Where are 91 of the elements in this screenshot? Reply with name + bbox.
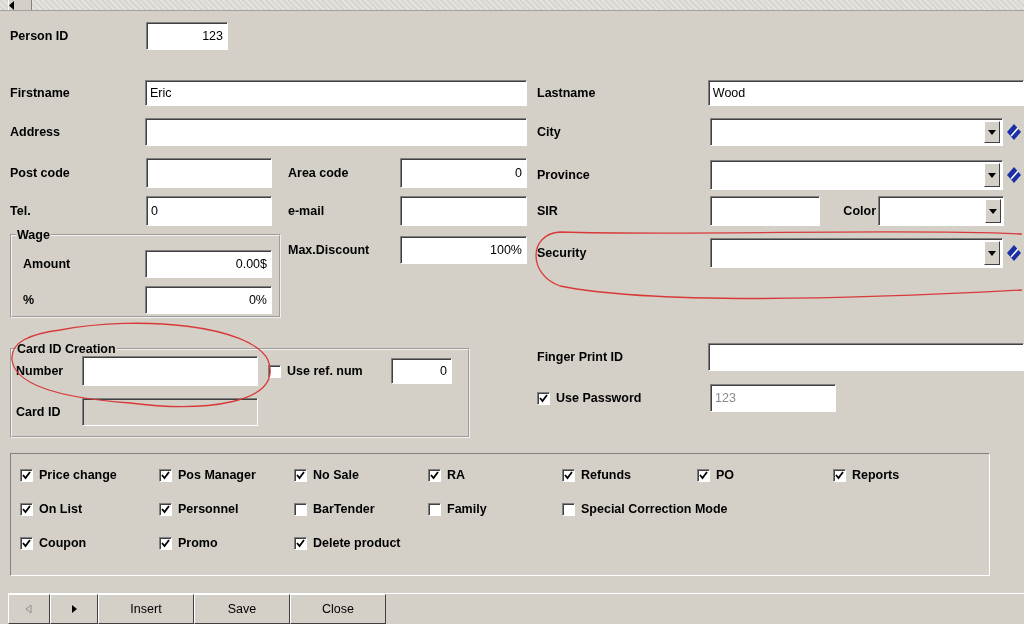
next-button[interactable] <box>50 594 98 624</box>
caret-left-icon <box>25 604 33 614</box>
checkbox[interactable] <box>294 536 307 550</box>
field-label: Color <box>842 204 877 218</box>
field-label: Tel. <box>10 204 32 218</box>
checkbox[interactable] <box>268 364 281 378</box>
text-field[interactable] <box>707 343 1024 371</box>
group-title: Card ID Creation <box>16 342 117 356</box>
dropdown-button[interactable] <box>984 163 1000 187</box>
text-field[interactable] <box>146 158 272 188</box>
checkbox[interactable] <box>159 468 172 482</box>
caret-icon <box>987 127 997 137</box>
text-field[interactable] <box>82 356 258 386</box>
checkbox[interactable] <box>833 468 846 482</box>
field-label: SIR <box>537 204 559 218</box>
field-label: Max.Discount <box>288 243 371 257</box>
dropdown-field[interactable] <box>710 238 1003 268</box>
text-field[interactable]: 0 <box>146 196 272 226</box>
field-label: Finger Print ID <box>537 350 625 364</box>
text-field[interactable] <box>710 196 820 226</box>
text-field[interactable]: 123 <box>146 22 228 50</box>
checkbox-label: Pos Manager <box>178 468 256 482</box>
diamond-icon[interactable] <box>1006 166 1022 184</box>
text-field[interactable]: 0 <box>400 158 527 188</box>
checkbox-label: BarTender <box>313 502 375 516</box>
field-label: Area code <box>288 166 350 180</box>
checkbox[interactable] <box>562 468 575 482</box>
caret-icon <box>988 206 998 216</box>
dropdown-button[interactable] <box>984 241 1000 265</box>
caret-right-icon <box>70 604 78 614</box>
group-title: Wage <box>16 228 51 242</box>
checkbox-label: RA <box>447 468 466 482</box>
field-label: Lastname <box>537 86 597 100</box>
field-label: Province <box>537 168 591 182</box>
text-field[interactable] <box>400 196 527 226</box>
field-label: Card ID <box>15 405 62 419</box>
text-field[interactable]: Eric <box>145 80 527 106</box>
checkbox-label: On List <box>39 502 83 516</box>
field-label: City <box>537 125 562 139</box>
diamond-icon[interactable] <box>1006 123 1022 141</box>
field-label: Firstname <box>10 86 71 100</box>
text-field[interactable]: 100% <box>400 236 527 264</box>
action-button[interactable]: Close <box>290 594 386 624</box>
dropdown-button[interactable] <box>984 121 1000 143</box>
checkbox[interactable] <box>428 468 441 482</box>
checkbox-label: PO <box>716 468 735 482</box>
field-label: % <box>22 293 36 307</box>
checkbox-label: Reports <box>852 468 900 482</box>
checkbox-label: Delete product <box>313 536 401 550</box>
checkbox[interactable] <box>20 536 33 550</box>
checkbox[interactable] <box>428 502 441 516</box>
checkbox-label: Refunds <box>581 468 631 482</box>
checkbox-label: Family <box>447 502 487 516</box>
action-button[interactable]: Insert <box>98 594 194 624</box>
text-field[interactable]: Wood <box>707 80 1024 106</box>
field-label: Person ID <box>10 29 70 43</box>
text-field[interactable] <box>145 118 527 146</box>
checkbox[interactable] <box>562 502 575 516</box>
dropdown-field[interactable] <box>710 118 1003 146</box>
scroll-left-icon[interactable] <box>9 1 15 10</box>
checkbox-label: Price change <box>39 468 117 482</box>
checkbox[interactable] <box>159 502 172 516</box>
field-label: Address <box>10 125 62 139</box>
text-field[interactable]: 0% <box>145 286 272 314</box>
text-field[interactable]: 0 <box>391 358 452 384</box>
checkbox[interactable] <box>294 502 307 516</box>
text-field[interactable]: 0.00$ <box>145 250 272 278</box>
checkbox[interactable] <box>20 468 33 482</box>
checkbox-label: Coupon <box>39 536 87 550</box>
caret-icon <box>987 248 997 258</box>
action-button[interactable]: Save <box>194 594 290 624</box>
field-label: Security <box>537 246 588 260</box>
checkbox-label: Special Correction Mode <box>581 502 728 516</box>
field-label: e-mail <box>288 204 326 218</box>
dropdown-field[interactable] <box>710 160 1003 190</box>
checkbox-label: Promo <box>178 536 218 550</box>
checkbox[interactable] <box>159 536 172 550</box>
checkbox-label: Personnel <box>178 502 239 516</box>
field-label: Number <box>15 364 65 378</box>
field-label: Post code <box>10 166 71 180</box>
dropdown-field[interactable] <box>878 196 1004 226</box>
dropdown-button[interactable] <box>985 199 1001 223</box>
checkbox-label: No Sale <box>313 468 359 482</box>
checkbox[interactable] <box>294 468 307 482</box>
field-label: Amount <box>22 257 72 271</box>
field-label: Use ref. num <box>287 364 364 378</box>
checkbox[interactable] <box>20 502 33 516</box>
diamond-icon[interactable] <box>1006 244 1022 262</box>
checkbox[interactable] <box>697 468 710 482</box>
caret-icon <box>987 170 997 180</box>
field-label: Use Password <box>556 391 643 405</box>
